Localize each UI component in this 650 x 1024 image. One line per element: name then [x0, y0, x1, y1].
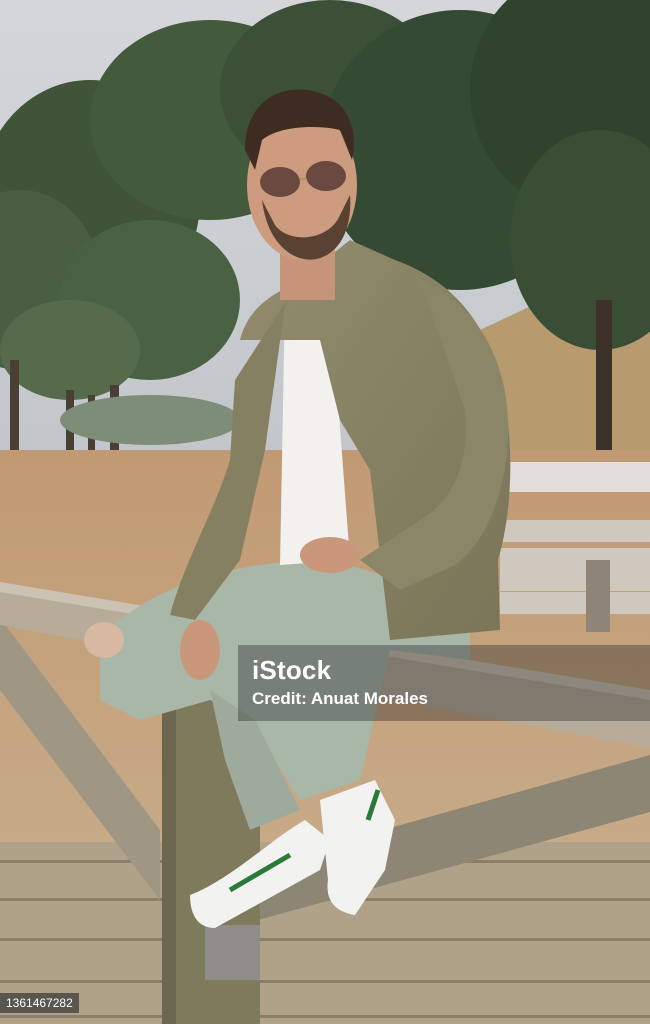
- image-id-label: 1361467282: [0, 993, 79, 1013]
- photo-credit: Credit: Anuat Morales: [252, 689, 429, 708]
- istock-logo: iStock: [252, 655, 332, 685]
- shrubs: [60, 395, 240, 445]
- photo-stage: iStock Credit: Anuat Morales 1361467282: [0, 0, 650, 1024]
- stock-photo: [0, 0, 650, 1024]
- stock-watermark: iStock Credit: Anuat Morales: [238, 645, 650, 721]
